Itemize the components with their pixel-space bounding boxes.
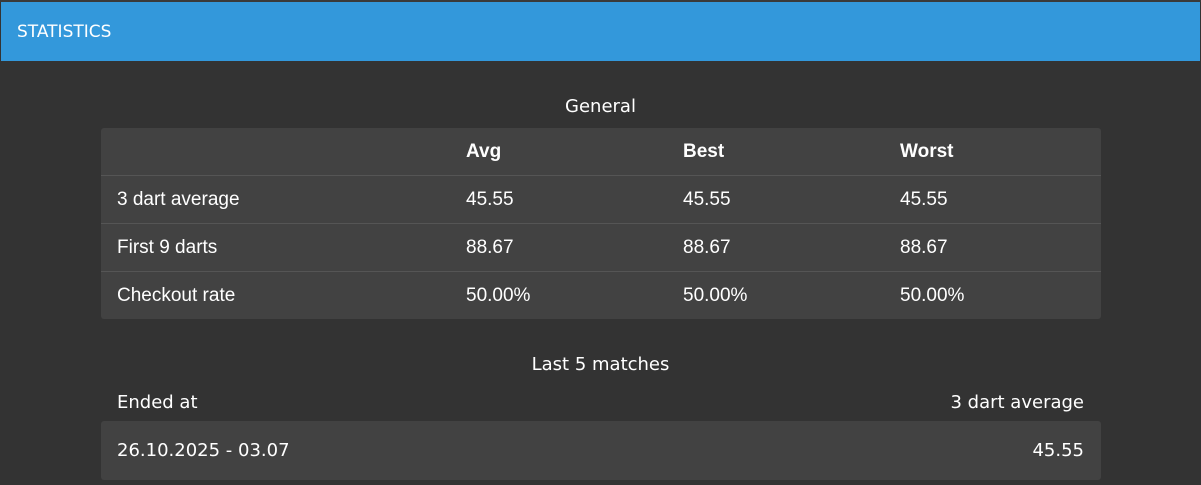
row-avg: 88.67 — [466, 223, 683, 272]
table-header-row: Avg Best Worst — [101, 128, 1101, 176]
row-label: 3 dart average — [101, 175, 466, 224]
row-best: 50.00% — [683, 271, 900, 319]
row-avg: 45.55 — [466, 175, 683, 224]
row-worst: 50.00% — [900, 271, 1101, 319]
row-label: Checkout rate — [101, 271, 466, 319]
column-header-best: Best — [683, 140, 725, 162]
column-header-worst: Worst — [900, 140, 954, 162]
match-average: 45.55 — [1032, 440, 1084, 461]
match-list-item[interactable]: 26.10.2025 - 03.07 45.55 — [101, 421, 1101, 480]
table-row: First 9 darts 88.67 88.67 88.67 — [101, 223, 1101, 272]
page-title: STATISTICS — [17, 21, 112, 42]
match-ended-at: 26.10.2025 - 03.07 — [117, 440, 290, 461]
last-matches-section-title: Last 5 matches — [531, 354, 670, 375]
row-label: First 9 darts — [101, 223, 466, 272]
general-section-title: General — [565, 96, 636, 117]
row-worst: 88.67 — [900, 223, 1101, 272]
row-worst: 45.55 — [900, 175, 1101, 224]
header-bar: STATISTICS — [1, 2, 1200, 61]
table-row: Checkout rate 50.00% 50.00% 50.00% — [101, 271, 1101, 319]
column-header-avg: Avg — [466, 140, 502, 162]
row-best: 88.67 — [683, 223, 900, 272]
table-row: 3 dart average 45.55 45.55 45.55 — [101, 175, 1101, 224]
column-header-label — [101, 128, 466, 176]
row-avg: 50.00% — [466, 271, 683, 319]
general-stats-table: Avg Best Worst 3 dart average 45.55 45.5… — [101, 128, 1101, 319]
ended-at-column-label: Ended at — [117, 391, 198, 413]
average-column-label: 3 dart average — [950, 391, 1085, 413]
row-best: 45.55 — [683, 175, 900, 224]
matches-list-header: Ended at 3 dart average — [101, 388, 1101, 416]
statistics-page: STATISTICS General Avg Best Worst 3 dart… — [0, 0, 1201, 485]
